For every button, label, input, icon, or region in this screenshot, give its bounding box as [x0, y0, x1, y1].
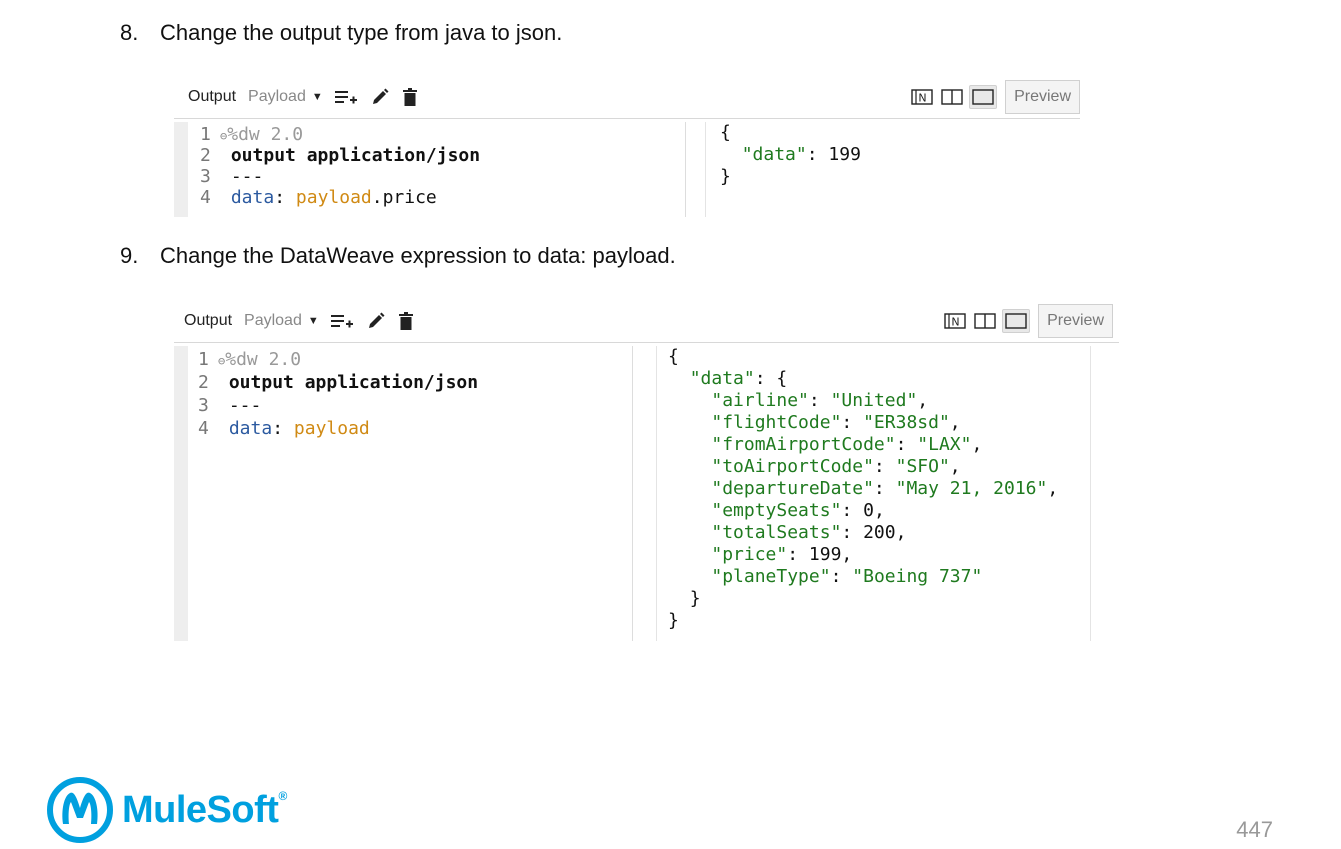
step-8-instruction: 8. Change the output type from java to js…	[120, 20, 562, 46]
trash-icon[interactable]	[398, 312, 413, 330]
split-view-icon[interactable]	[972, 310, 998, 332]
transform-toolbar: Output Payload ▼ N Preview	[174, 300, 1119, 343]
single-view-icon[interactable]	[969, 85, 998, 109]
step-text: Change the output type from java to json…	[160, 20, 563, 45]
output-preview: { "data": 199 }	[720, 122, 861, 187]
brand-name: MuleSoft	[122, 788, 279, 831]
svg-text:N: N	[918, 92, 926, 105]
payload-dropdown[interactable]: Payload	[248, 88, 306, 106]
chevron-down-icon[interactable]: ▼	[312, 91, 323, 103]
notebook-view-icon[interactable]: N	[909, 86, 935, 108]
dataweave-script[interactable]: 1 ⊖%dw 2.0 2 output application/json 3 --…	[198, 348, 478, 440]
step-number: 9.	[120, 243, 139, 268]
gutter	[174, 122, 188, 217]
step-number: 8.	[120, 20, 139, 45]
preview-button[interactable]: Preview	[1005, 80, 1080, 114]
single-view-icon[interactable]	[1002, 309, 1031, 333]
pencil-icon[interactable]	[367, 312, 385, 330]
dataweave-panel-2: Output Payload ▼ N Preview 1 ⊖%dw 2.0 2 …	[174, 300, 1119, 641]
mulesoft-logo: MuleSoft®	[46, 776, 287, 844]
editor-area: 1 ⊖%dw 2.0 2 output application/json 3 --…	[174, 346, 1119, 641]
add-list-icon[interactable]	[334, 89, 357, 105]
notebook-view-icon[interactable]: N	[942, 310, 968, 332]
add-list-icon[interactable]	[330, 313, 353, 329]
trash-icon[interactable]	[402, 88, 417, 106]
dataweave-script[interactable]: 1 ⊖%dw 2.0 2 output application/json 3 --…	[200, 124, 480, 208]
preview-button[interactable]: Preview	[1038, 304, 1113, 338]
step-9-instruction: 9. Change the DataWeave expression to dat…	[120, 243, 676, 269]
split-view-icon[interactable]	[939, 86, 965, 108]
gutter	[174, 346, 188, 641]
transform-toolbar: Output Payload ▼ N Preview	[174, 76, 1080, 119]
pencil-icon[interactable]	[371, 88, 389, 106]
output-preview: { "data": { "airline": "United", "flight…	[668, 346, 1059, 631]
page-number: 447	[1236, 817, 1273, 842]
output-label: Output	[184, 312, 233, 329]
editor-area: 1 ⊖%dw 2.0 2 output application/json 3 --…	[174, 122, 1080, 217]
payload-dropdown[interactable]: Payload	[244, 312, 302, 330]
svg-text:N: N	[951, 316, 959, 329]
step-text: Change the DataWeave expression to data:…	[160, 243, 676, 268]
mulesoft-m-icon	[47, 777, 113, 843]
output-label: Output	[188, 88, 237, 105]
dataweave-panel-1: Output Payload ▼ N Preview 1 ⊖%dw 2.0 2 …	[174, 76, 1080, 217]
chevron-down-icon[interactable]: ▼	[308, 315, 319, 327]
